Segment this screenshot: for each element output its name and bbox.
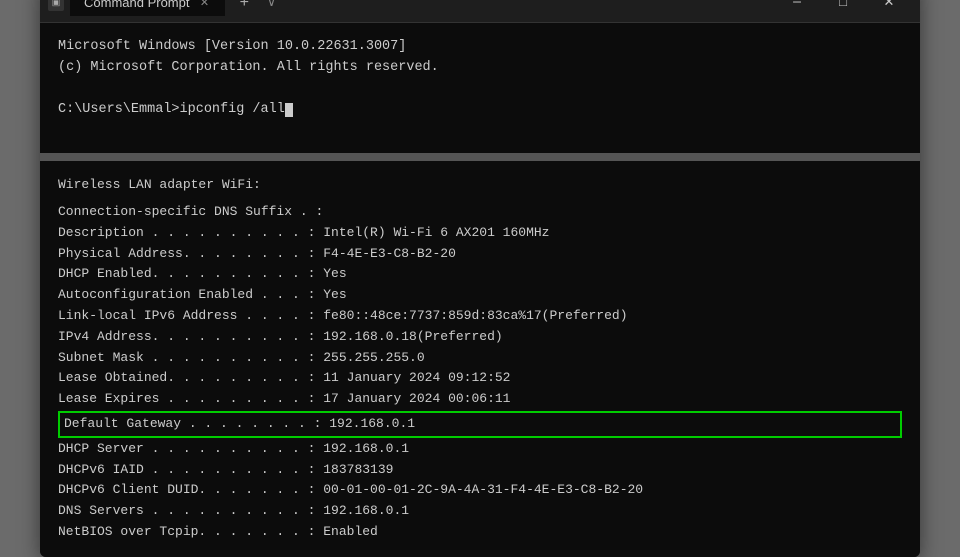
prompt-text: C:\Users\Emmal>ipconfig /all xyxy=(58,102,285,117)
maximize-button[interactable]: □ xyxy=(820,0,866,19)
output-row: Default Gateway . . . . . . . . : 192.16… xyxy=(58,411,902,438)
section-header: Wireless LAN adapter WiFi: xyxy=(58,175,902,196)
cursor xyxy=(285,103,293,117)
output-row: DHCPv6 IAID . . . . . . . . . . : 183783… xyxy=(58,460,902,481)
tab-label: Command Prompt xyxy=(84,0,189,10)
terminal-line-1: Microsoft Windows [Version 10.0.22631.30… xyxy=(58,37,902,58)
tab-icon: ▣ xyxy=(48,0,64,11)
titlebar: ▣ Command Prompt ✕ + ∨ ─ □ ✕ xyxy=(40,0,920,23)
output-row: Connection-specific DNS Suffix . : xyxy=(58,202,902,223)
output-row: Subnet Mask . . . . . . . . . . : 255.25… xyxy=(58,348,902,369)
output-row: Autoconfiguration Enabled . . . : Yes xyxy=(58,285,902,306)
output-row: Lease Expires . . . . . . . . . : 17 Jan… xyxy=(58,389,902,410)
terminal-line-2: (c) Microsoft Corporation. All rights re… xyxy=(58,58,902,79)
close-button[interactable]: ✕ xyxy=(866,0,912,19)
output-row: DHCPv6 Client DUID. . . . . . . : 00-01-… xyxy=(58,480,902,501)
titlebar-left: ▣ Command Prompt ✕ + ∨ xyxy=(48,0,774,16)
cmd-window: ▣ Command Prompt ✕ + ∨ ─ □ ✕ Microsoft W… xyxy=(40,0,920,557)
output-row: Link-local IPv6 Address . . . . : fe80::… xyxy=(58,306,902,327)
terminal-input-area: Microsoft Windows [Version 10.0.22631.30… xyxy=(40,23,920,153)
terminal-line-3 xyxy=(58,79,902,100)
minimize-button[interactable]: ─ xyxy=(774,0,820,19)
output-row: DHCP Server . . . . . . . . . . : 192.16… xyxy=(58,439,902,460)
active-tab[interactable]: Command Prompt ✕ xyxy=(70,0,225,16)
output-row: Description . . . . . . . . . . : Intel(… xyxy=(58,223,902,244)
output-row: Physical Address. . . . . . . . : F4-4E-… xyxy=(58,244,902,265)
terminal-prompt[interactable]: C:\Users\Emmal>ipconfig /all xyxy=(58,100,902,121)
output-row: Lease Obtained. . . . . . . . . : 11 Jan… xyxy=(58,368,902,389)
new-tab-button[interactable]: + xyxy=(231,0,257,12)
output-area: Wireless LAN adapter WiFi: Connection-sp… xyxy=(40,161,920,557)
output-row: IPv4 Address. . . . . . . . . . : 192.16… xyxy=(58,327,902,348)
output-rows: Connection-specific DNS Suffix . : Descr… xyxy=(58,202,902,543)
section-divider xyxy=(40,153,920,161)
output-row: DHCP Enabled. . . . . . . . . . : Yes xyxy=(58,264,902,285)
window-controls: ─ □ ✕ xyxy=(774,0,912,19)
tab-close-button[interactable]: ✕ xyxy=(197,0,211,10)
dropdown-button[interactable]: ∨ xyxy=(263,0,280,10)
output-row: DNS Servers . . . . . . . . . . : 192.16… xyxy=(58,501,902,522)
